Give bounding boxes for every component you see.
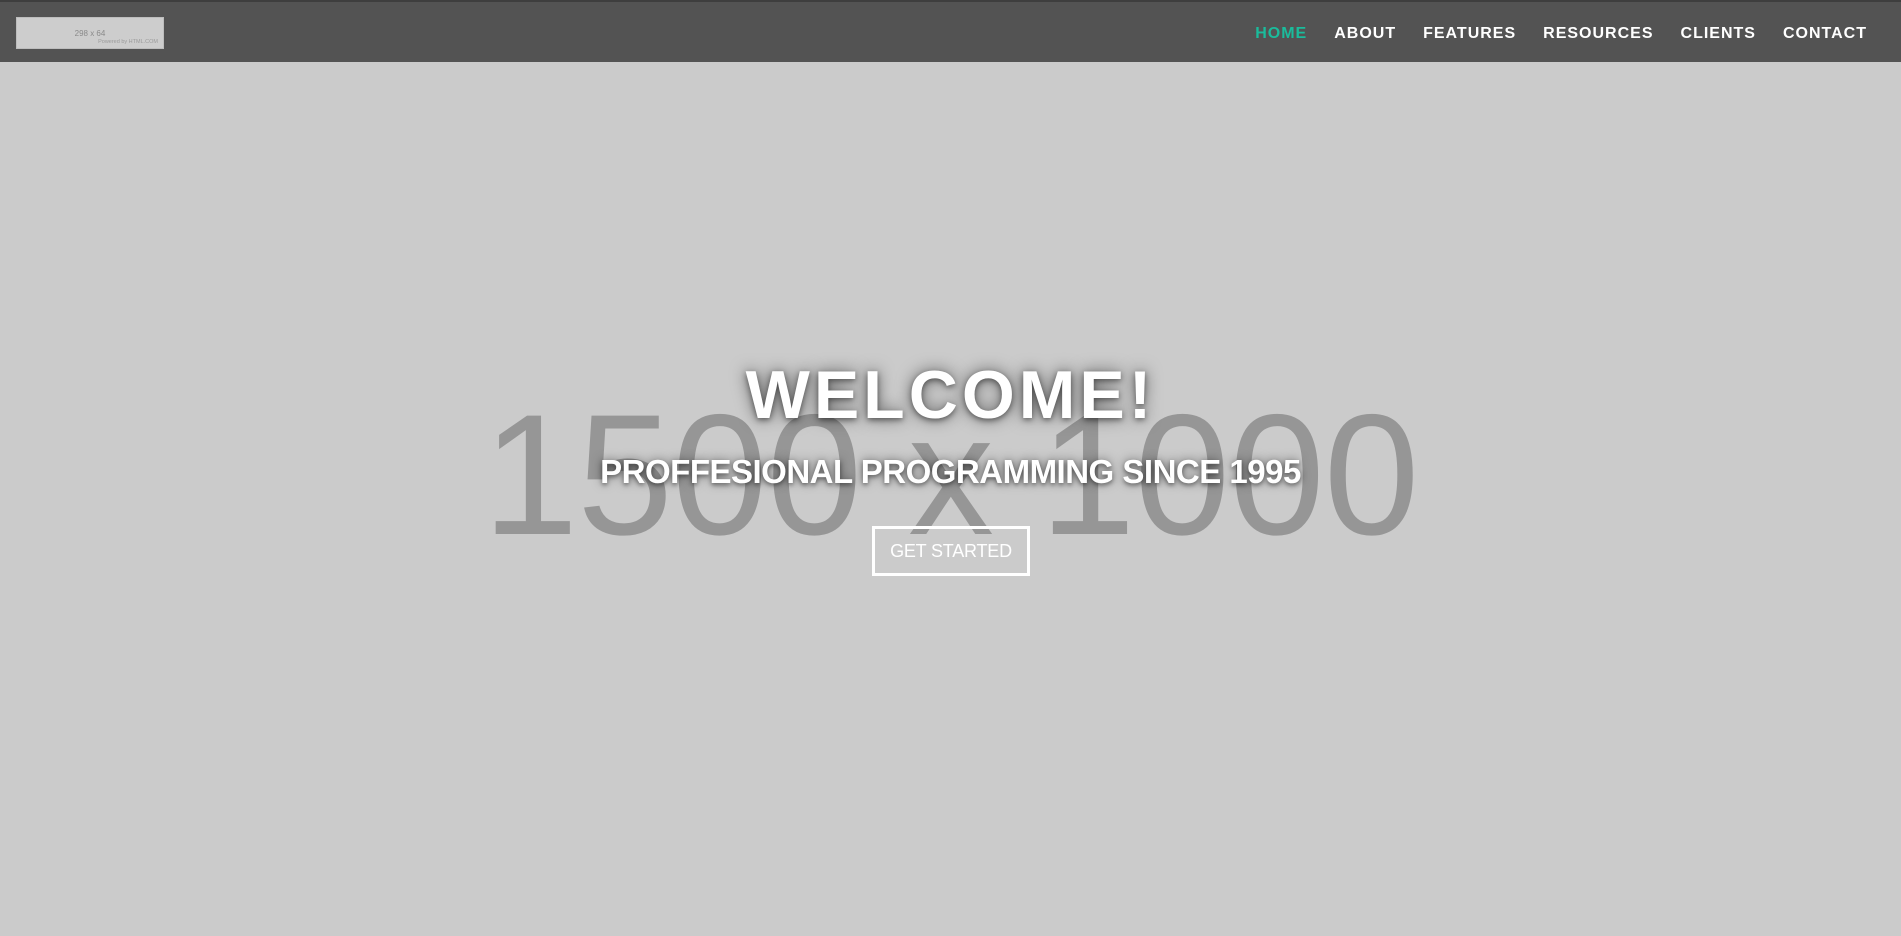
hero-subtitle: PROFFESIONAL PROGRAMMING SINCE 1995 bbox=[600, 453, 1301, 490]
hero-title: WELCOME! bbox=[745, 357, 1156, 433]
page: 1500 x 1000 298 x 64 Powered by HTML.COM… bbox=[0, 0, 1901, 936]
get-started-button[interactable]: GET STARTED bbox=[872, 526, 1030, 576]
hero-section: WELCOME! PROFFESIONAL PROGRAMMING SINCE … bbox=[0, 0, 1901, 936]
